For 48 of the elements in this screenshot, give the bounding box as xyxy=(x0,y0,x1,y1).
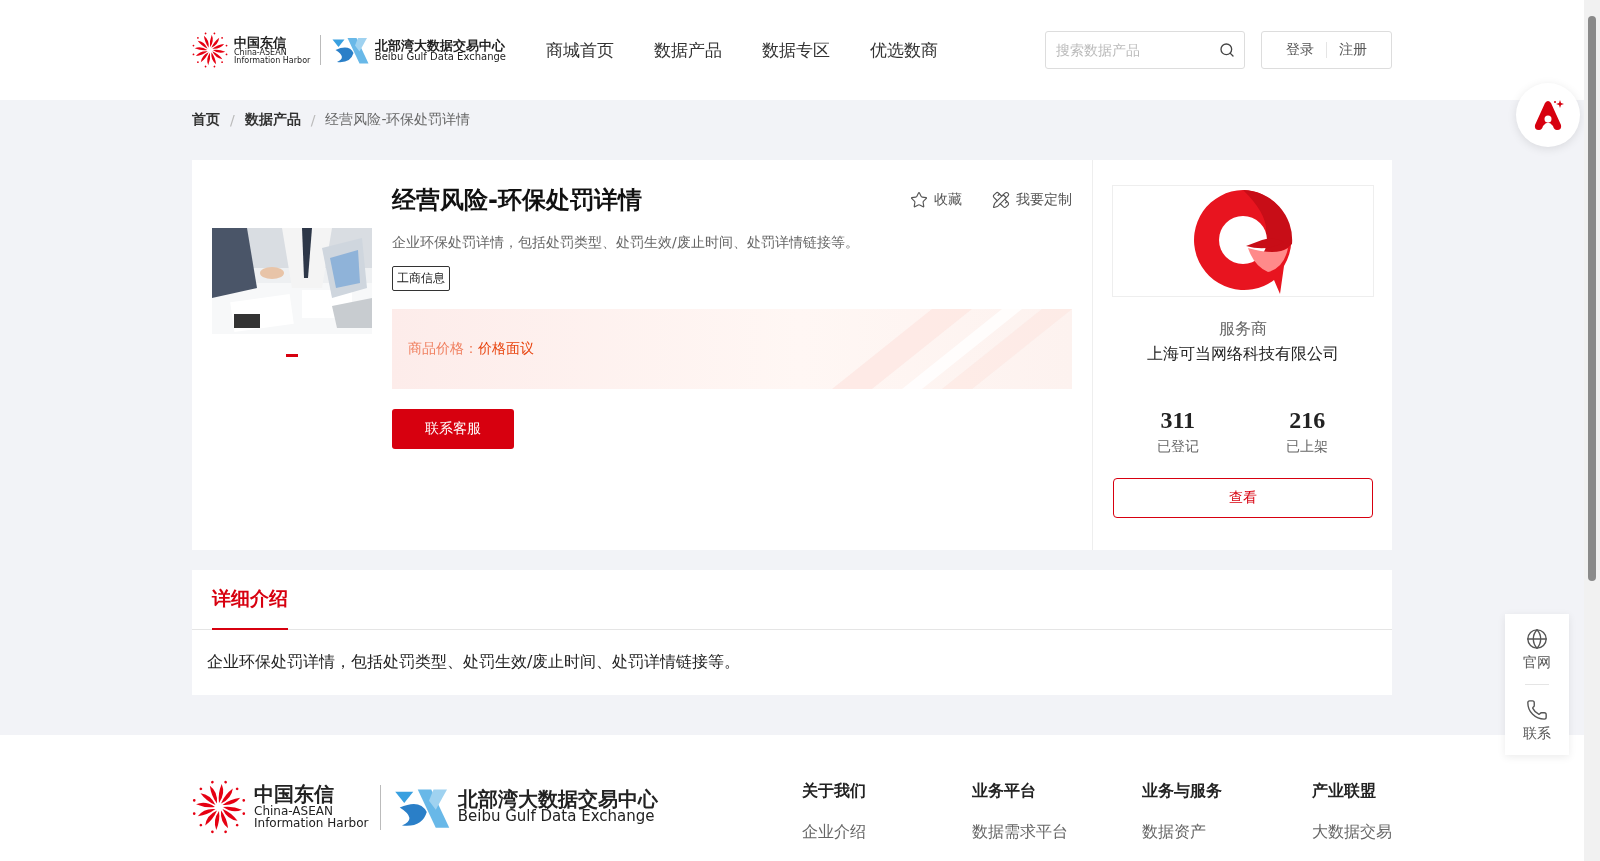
company-name: 上海可当网络科技有限公司 xyxy=(1146,344,1339,365)
product-title: 经营风险-环保处罚详情 xyxy=(392,185,642,216)
logo-name: 北部湾大数据交易中心 xyxy=(457,789,658,810)
detail-tab[interactable]: 详细介绍 xyxy=(212,570,288,630)
breadcrumb-current-text: 经营风险-环保处罚详情 xyxy=(325,111,471,129)
logo-name: Beibu Gulf Data Exchange xyxy=(457,809,655,825)
footer-link[interactable]: 数据资产 xyxy=(1142,822,1312,843)
logo-subtitle: Information Harbor xyxy=(234,56,311,65)
footer-heading: 产业联盟 xyxy=(1312,781,1377,802)
footer-link[interactable]: 企业介绍 xyxy=(802,822,972,843)
favorite-link[interactable]: 收藏 xyxy=(910,191,962,209)
provider-role: 服务商 xyxy=(1218,319,1267,340)
product-description: 企业环保处罚详情，包括处罚类型、处罚生效/废止时间、处罚详情链接等。 xyxy=(392,234,860,252)
footer-link[interactable]: 大数据交易 xyxy=(1312,822,1392,843)
register-link[interactable]: 注册 xyxy=(1327,41,1379,59)
price-text: 商品价格：价格面议 xyxy=(408,340,534,358)
breadcrumb-separator: / xyxy=(230,112,235,128)
footer-heading: 业务与服务 xyxy=(1142,781,1223,802)
nav-link[interactable]: 商城首页 xyxy=(545,38,614,62)
logo-name: China-ASEAN xyxy=(234,48,287,57)
breadcrumb-link[interactable]: 数据产品 xyxy=(244,111,301,129)
website-link[interactable]: 官网 xyxy=(1505,614,1569,684)
stat-label: 已上架 xyxy=(1286,438,1329,456)
stat-label: 已登记 xyxy=(1156,438,1199,456)
logo-name: Beibu Gulf Data Exchange xyxy=(374,51,506,62)
breadcrumb-separator: / xyxy=(310,112,316,128)
logo-name: 中国东信 xyxy=(234,35,287,49)
stat-value: 216 xyxy=(1289,407,1326,434)
customize-link[interactable]: 我要定制 xyxy=(992,191,1072,209)
contact-link[interactable]: 联系 xyxy=(1505,685,1569,755)
footer-heading: 业务平台 xyxy=(972,781,1037,802)
nav-link[interactable]: 数据产品 xyxy=(653,38,722,62)
contact-button[interactable]: 联系客服 xyxy=(392,409,514,449)
logo-name: China-ASEAN xyxy=(254,804,333,817)
nav-link[interactable]: 优选数商 xyxy=(869,38,938,62)
nav-link[interactable]: 数据专区 xyxy=(761,38,830,62)
logo-name: 中国东信 xyxy=(254,785,335,805)
breadcrumb-link[interactable]: 首页 xyxy=(192,111,220,129)
category-tag: 工商信息 xyxy=(392,266,450,291)
view-button[interactable]: 查看 xyxy=(1112,478,1373,518)
login-link[interactable]: 登录 xyxy=(1274,41,1326,59)
stat-value: 311 xyxy=(1160,407,1196,434)
logo-subtitle: Information Harbor xyxy=(254,816,369,829)
footer-heading: 关于我们 xyxy=(802,781,867,802)
search-field[interactable]: 搜索数据产品 xyxy=(1045,31,1245,69)
detail-text: 企业环保处罚详情，包括处罚类型、处罚生效/废止时间、处罚详情链接等。 xyxy=(206,651,742,673)
logo-name: 北部湾大数据交易中心 xyxy=(374,38,505,52)
footer-link[interactable]: 数据需求平台 xyxy=(972,822,1142,843)
